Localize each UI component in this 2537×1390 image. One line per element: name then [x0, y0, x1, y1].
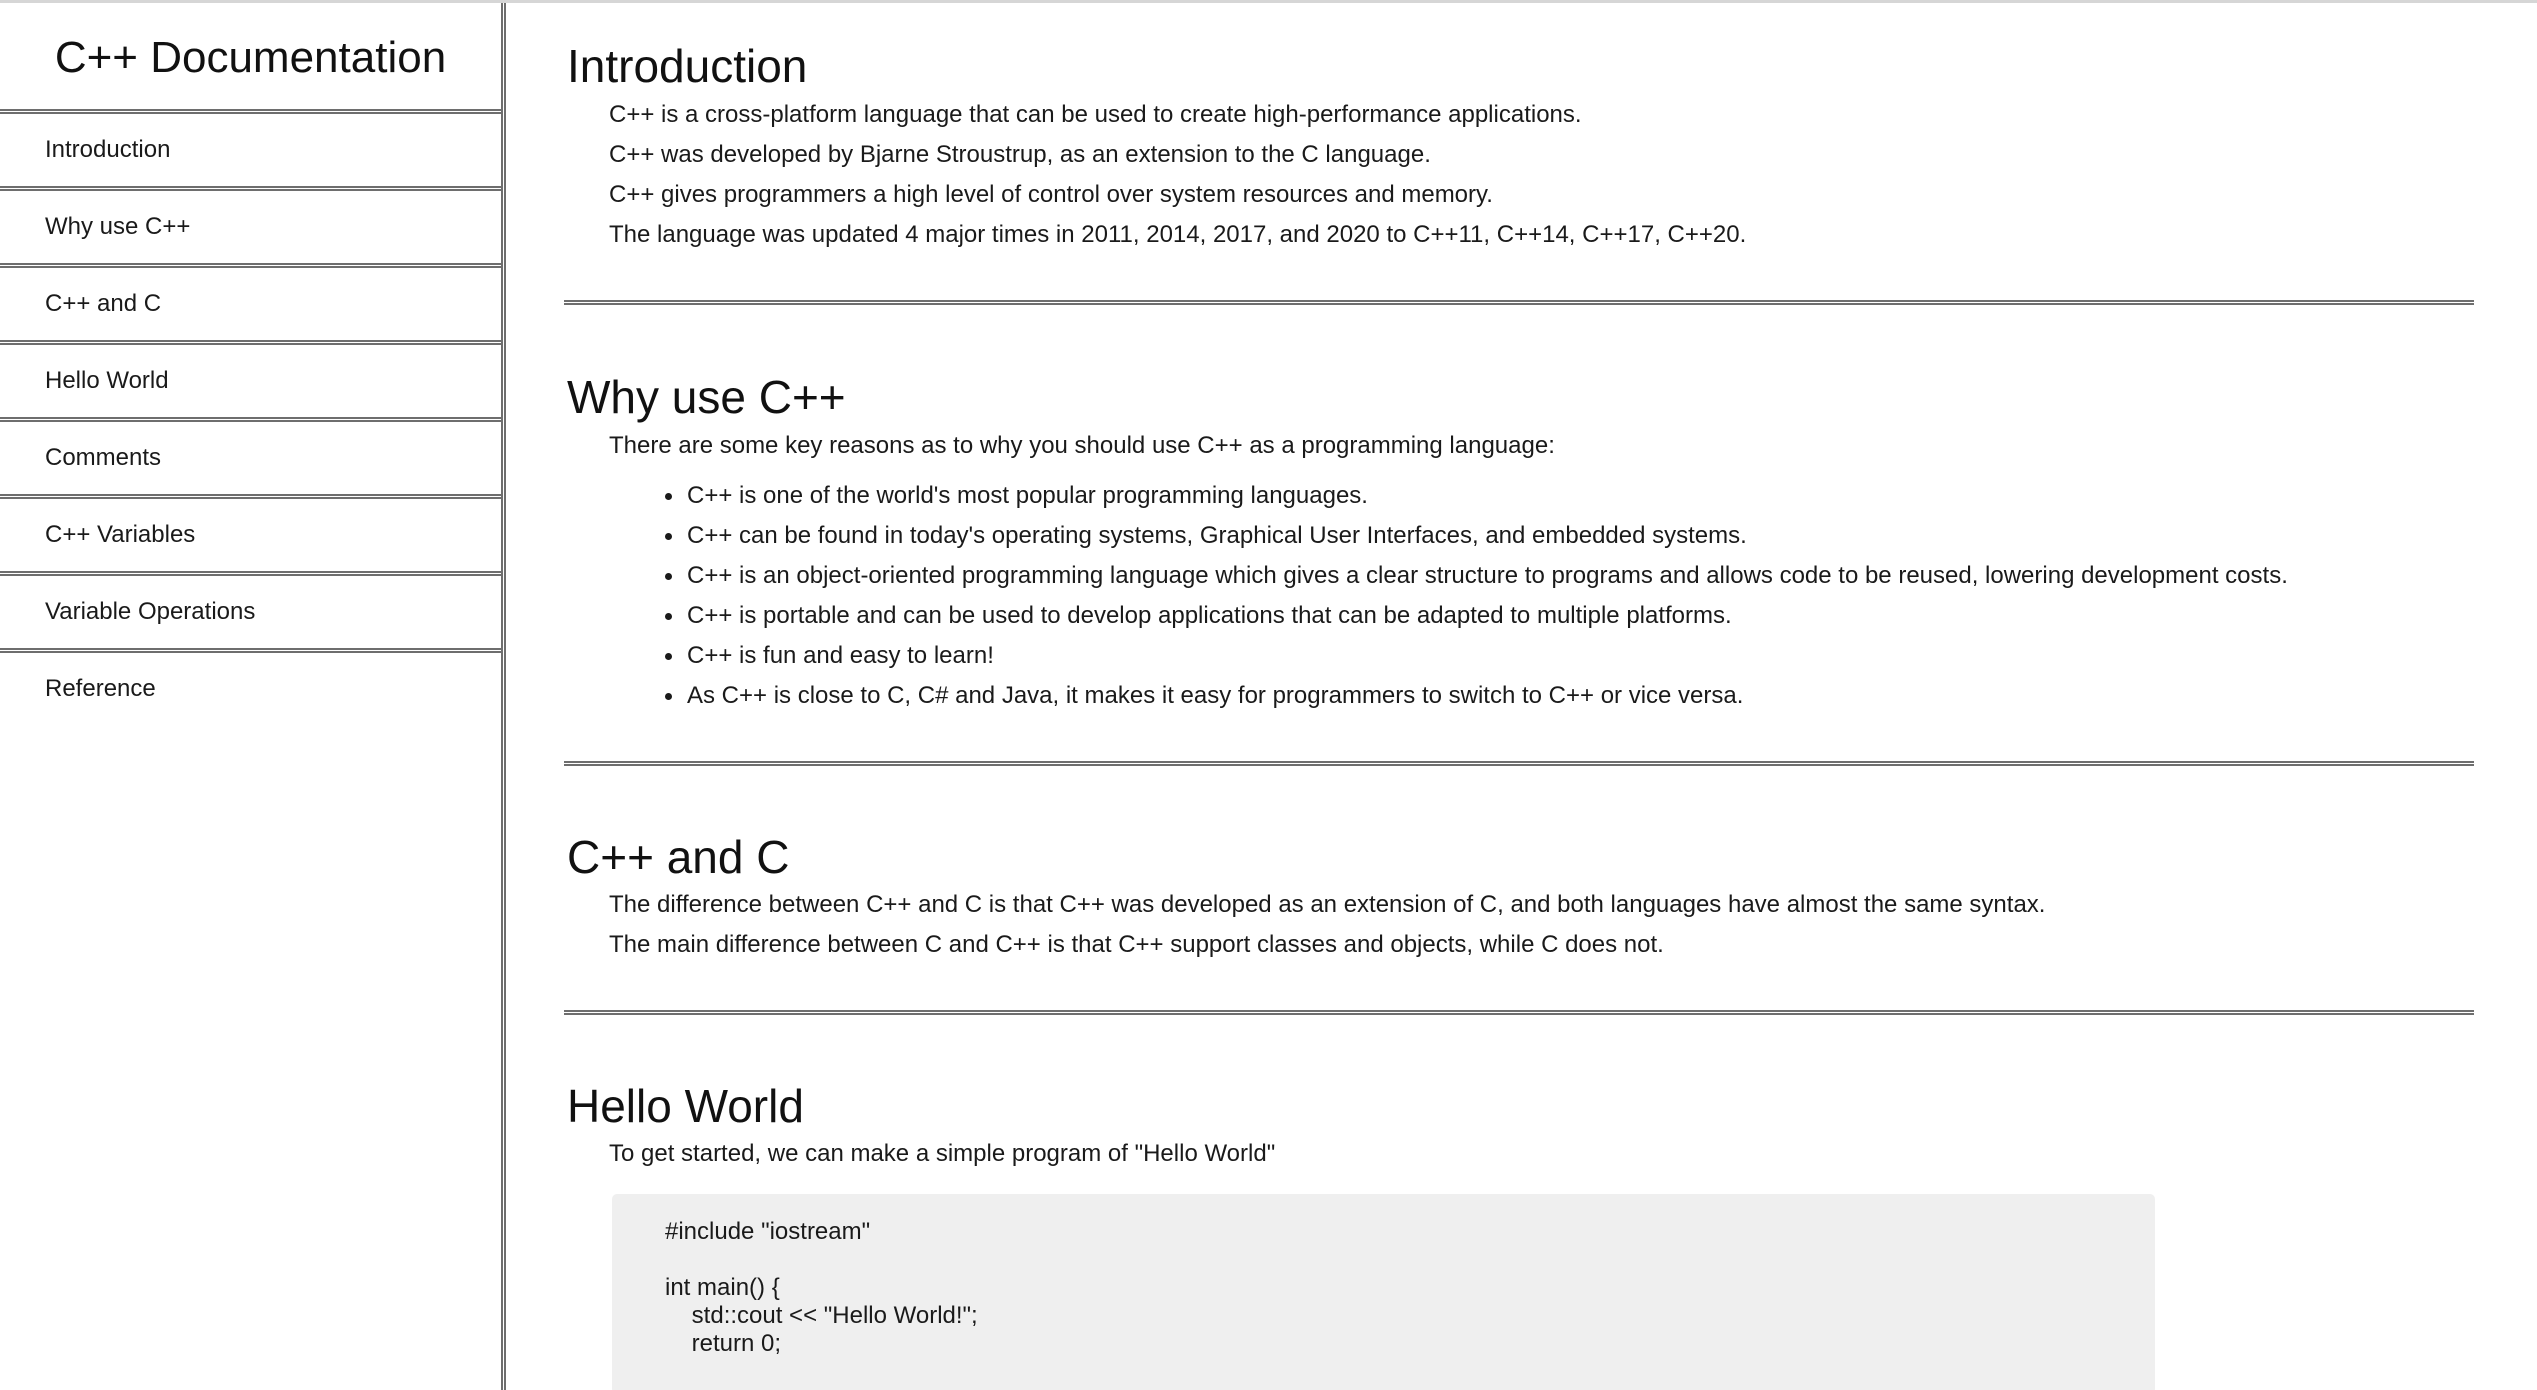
nav-item: C++ Variables — [0, 494, 501, 571]
nav-link-cpp-and-c[interactable]: C++ and C — [0, 263, 501, 340]
paragraph: C++ gives programmers a high level of co… — [609, 181, 1493, 208]
paragraph: To get started, we can make a simple pro… — [609, 1140, 1276, 1167]
section-heading: Why use C++ — [567, 371, 846, 423]
section-heading: Hello World — [567, 1080, 804, 1132]
paragraph: The main difference between C and C++ is… — [609, 931, 1664, 958]
list-item: C++ can be found in today's operating sy… — [564, 516, 2474, 556]
nav-item: Variable Operations — [0, 571, 501, 648]
list-item: C++ is portable and can be used to devel… — [564, 596, 2474, 636]
code-line: return 0; — [665, 1330, 782, 1357]
paragraph: The language was updated 4 major times i… — [609, 221, 1747, 248]
navbar: C++ Documentation Introduction Why use C… — [0, 3, 506, 1390]
nav-item: Comments — [0, 417, 501, 494]
nav-item: Why use C++ — [0, 186, 501, 263]
nav-link-comments[interactable]: Comments — [0, 417, 501, 494]
paragraph: There are some key reasons as to why you… — [609, 432, 1555, 459]
nav-link-cpp-variables[interactable]: C++ Variables — [0, 494, 501, 571]
nav-link-introduction[interactable]: Introduction — [0, 109, 501, 186]
nav-item: C++ and C — [0, 263, 501, 340]
paragraph: C++ was developed by Bjarne Stroustrup, … — [609, 141, 1431, 168]
code-line: std::cout << "Hello World!"; — [665, 1302, 978, 1329]
list-item: C++ is an object-oriented programming la… — [564, 556, 2474, 596]
nav-link-why-use-cpp[interactable]: Why use C++ — [0, 186, 501, 263]
nav-item: Introduction — [0, 109, 501, 186]
section-heading: C++ and C — [567, 831, 790, 883]
code-line: #include "iostream" — [665, 1218, 871, 1245]
section-heading: Introduction — [567, 40, 808, 92]
list-item: C++ is fun and easy to learn! — [564, 636, 2474, 676]
code-line: int main() { — [665, 1274, 780, 1301]
paragraph: C++ is a cross-platform language that ca… — [609, 101, 1582, 128]
main-doc: Introduction C++ is a cross-platform lan… — [506, 3, 2537, 1390]
section-hello-world: Hello World To get started, we can make … — [564, 1015, 2474, 1390]
nav-link-hello-world[interactable]: Hello World — [0, 340, 501, 417]
code-block: #include "iostream"int main() { std::cou… — [612, 1194, 2155, 1390]
section-why-use-cpp: Why use C++ There are some key reasons a… — [564, 305, 2474, 766]
nav-link-reference[interactable]: Reference — [0, 648, 501, 725]
paragraph: The difference between C++ and C is that… — [609, 891, 2046, 918]
list-item: C++ is one of the world's most popular p… — [564, 476, 2474, 516]
nav-list: Introduction Why use C++ C++ and C Hello… — [0, 109, 501, 725]
nav-item: Reference — [0, 648, 501, 725]
list-item: As C++ is close to C, C# and Java, it ma… — [564, 676, 2474, 716]
reasons-list: C++ is one of the world's most popular p… — [564, 476, 2474, 716]
navbar-title: C++ Documentation — [54, 33, 447, 82]
nav-link-variable-operations[interactable]: Variable Operations — [0, 571, 501, 648]
section-introduction: Introduction C++ is a cross-platform lan… — [564, 3, 2474, 305]
section-cpp-and-c: C++ and C The difference between C++ and… — [564, 766, 2474, 1015]
nav-item: Hello World — [0, 340, 501, 417]
